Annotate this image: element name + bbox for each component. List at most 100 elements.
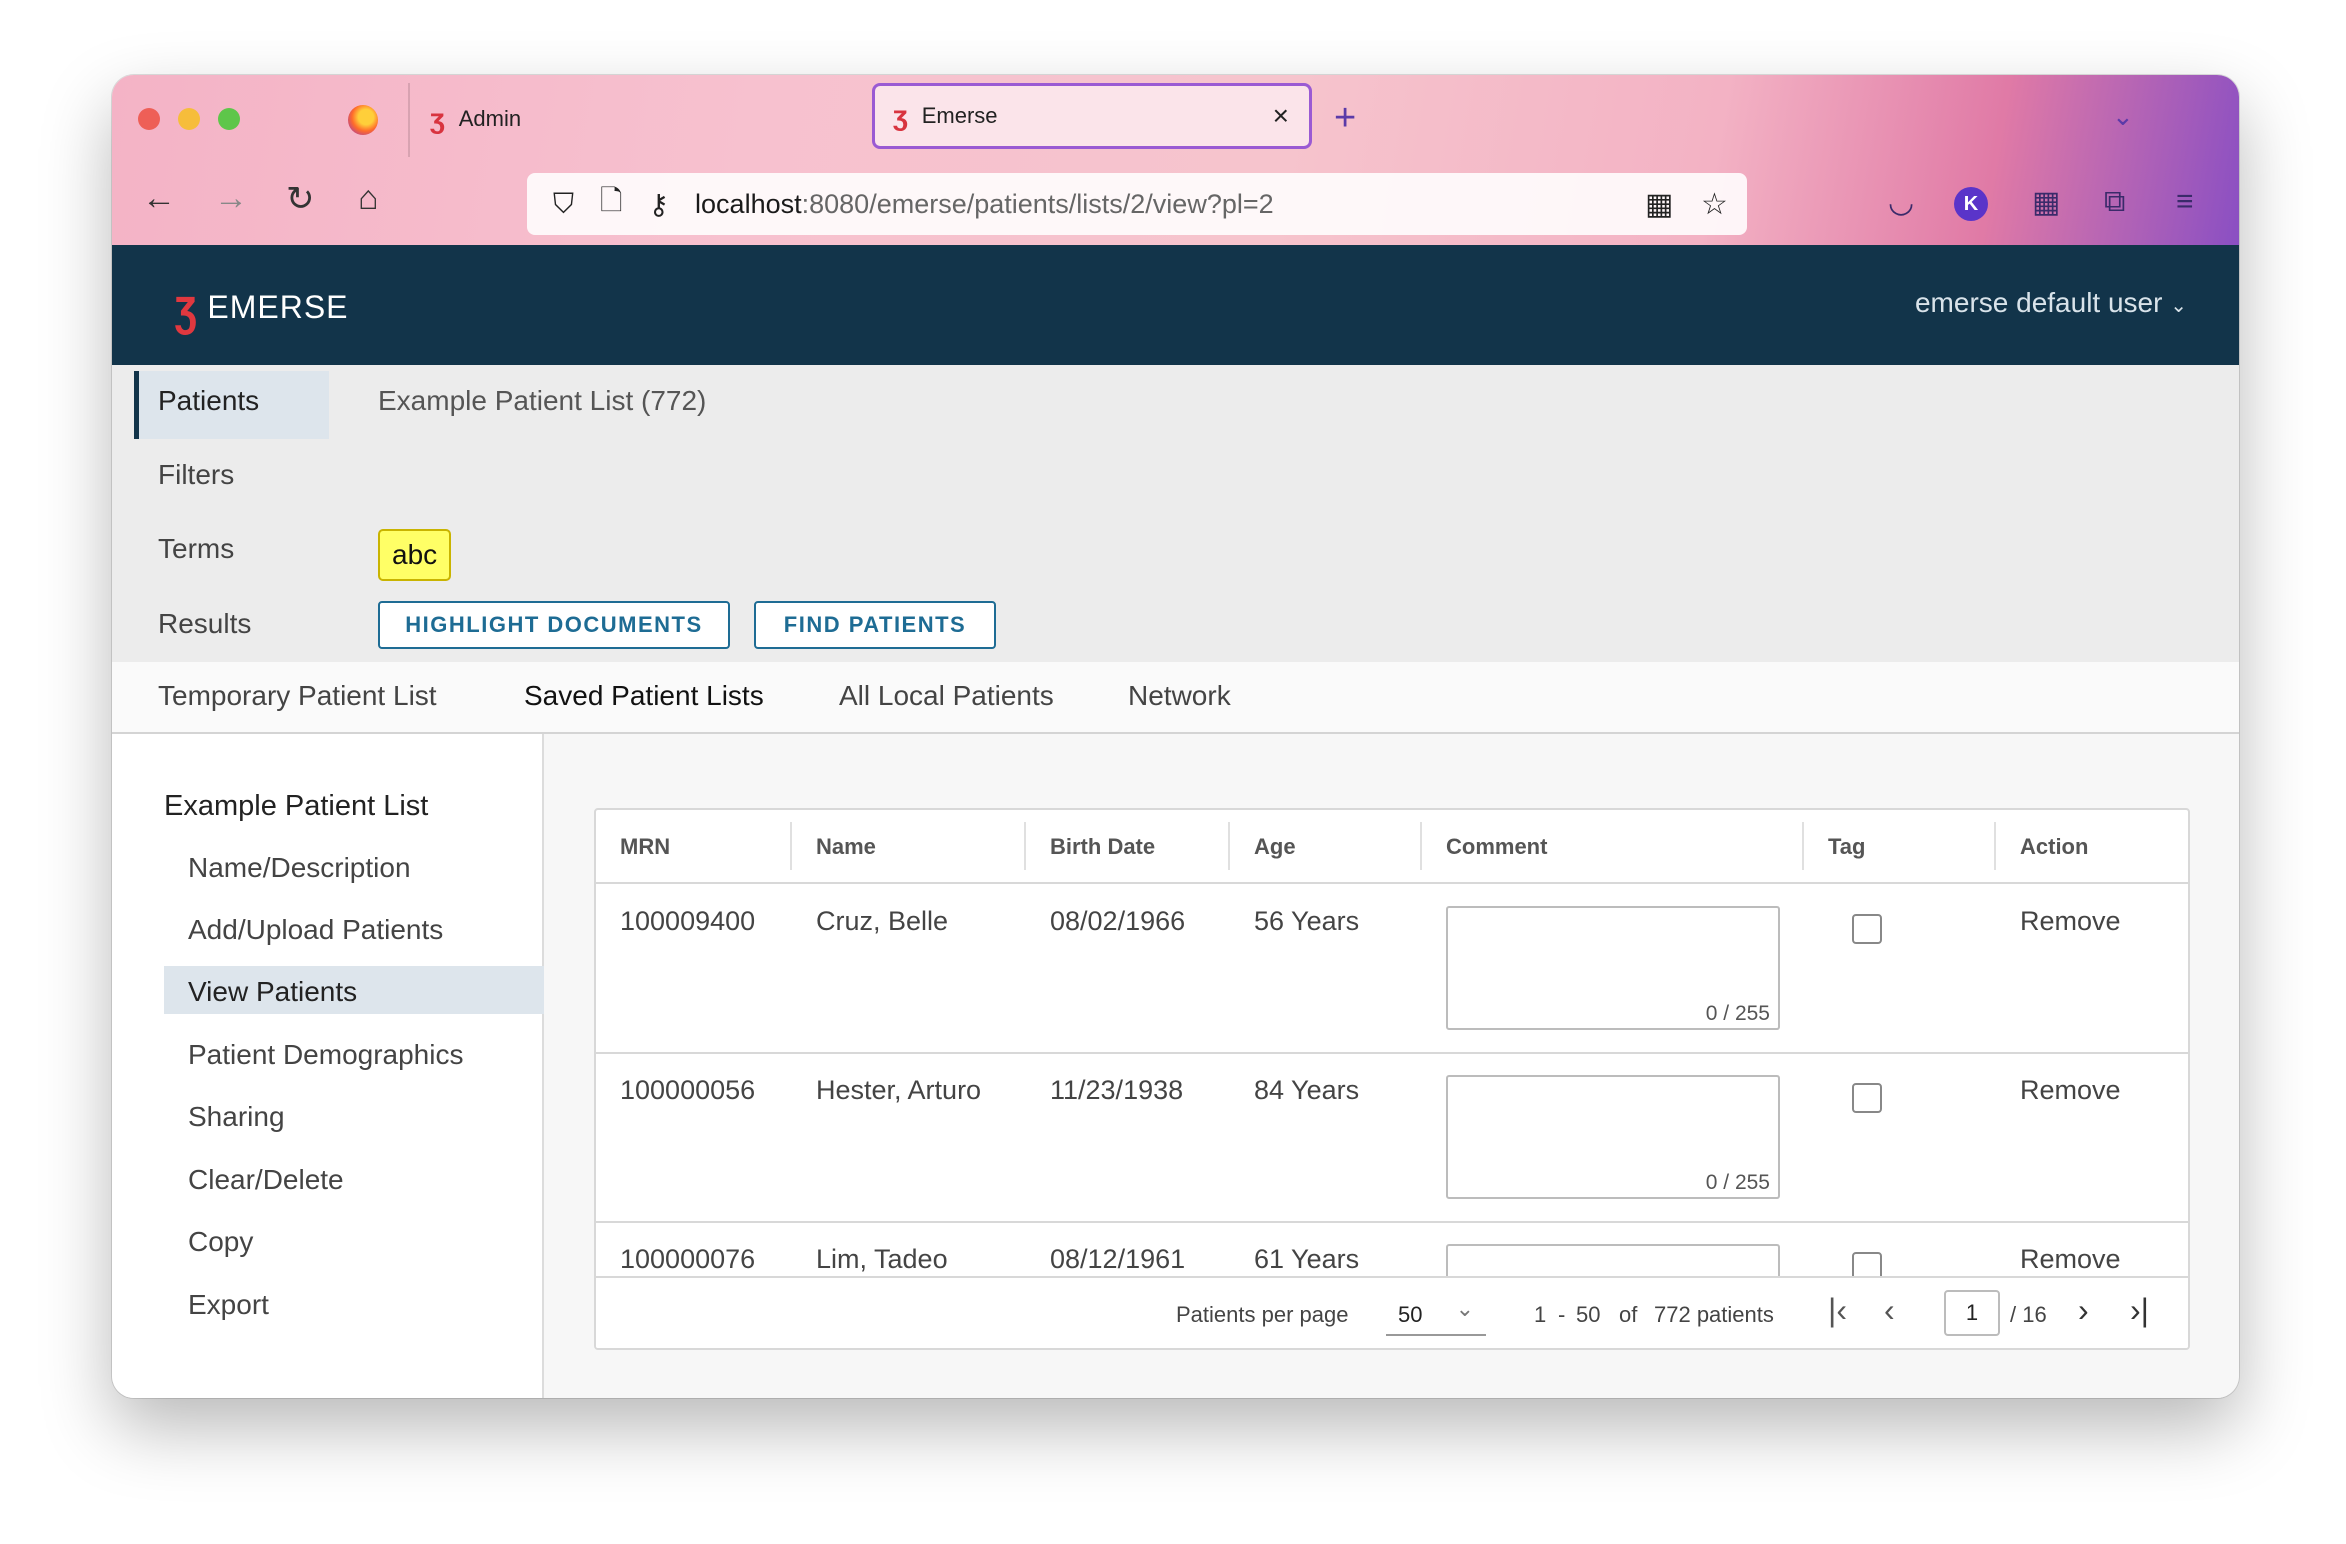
list-tabs-chevron-icon[interactable]: ⌄ bbox=[2112, 101, 2134, 132]
column-header-tag[interactable]: Tag bbox=[1828, 834, 1865, 860]
pocket-icon[interactable]: ◡ bbox=[1888, 185, 1914, 220]
total-patients: 772 patients bbox=[1654, 1302, 1774, 1327]
first-page-icon[interactable]: |‹ bbox=[1828, 1292, 1847, 1329]
column-header-comment[interactable]: Comment bbox=[1446, 834, 1547, 860]
app-header: ʒ EMERSE emerse default user ⌄ bbox=[112, 245, 2239, 365]
bookmark-star-icon[interactable]: ☆ bbox=[1701, 187, 1728, 222]
puzzle-icon[interactable]: ⧉ bbox=[2104, 185, 2125, 219]
sidebar-item-clear-delete[interactable]: Clear/Delete bbox=[188, 1164, 344, 1196]
tab-temporary-patient-list[interactable]: Temporary Patient List bbox=[158, 680, 437, 712]
column-divider bbox=[1228, 822, 1230, 870]
terms-label[interactable]: Terms bbox=[158, 533, 234, 565]
sidebar-item-export[interactable]: Export bbox=[188, 1289, 269, 1321]
row-mrn: 100000056 bbox=[620, 1075, 756, 1105]
sidebar-item-add-upload-patients[interactable]: Add/Upload Patients bbox=[188, 914, 443, 946]
tab-all-local-patients[interactable]: All Local Patients bbox=[839, 680, 1054, 712]
url-host: localhost bbox=[695, 188, 802, 219]
home-icon[interactable]: ⌂ bbox=[358, 179, 379, 218]
comment-counter: 0 / 255 bbox=[1705, 1171, 1770, 1194]
range-of: of bbox=[1619, 1302, 1638, 1327]
column-header-mrn[interactable]: MRN bbox=[620, 834, 670, 860]
row-birth-date: 08/12/1961 bbox=[1050, 1244, 1186, 1274]
page-number-input[interactable]: 1 bbox=[1944, 1290, 2000, 1336]
pagination-bar: Patients per page 50 ⌄ 1 - 50 of 772 pat… bbox=[596, 1276, 2188, 1348]
header-divider bbox=[596, 882, 2188, 884]
filter-panel: Patients Example Patient List (772) Filt… bbox=[112, 365, 2239, 662]
term-chip[interactable]: abc bbox=[378, 529, 452, 581]
total-pages: / 16 bbox=[2010, 1302, 2047, 1327]
main-tabs: Temporary Patient List Saved Patient Lis… bbox=[112, 662, 2239, 734]
remove-link[interactable]: Remove bbox=[2020, 906, 2121, 937]
qr-code-icon[interactable]: ▦ bbox=[1645, 187, 1673, 222]
sidebar-item-patient-demographics[interactable]: Patient Demographics bbox=[188, 1039, 463, 1071]
remove-link[interactable]: Remove bbox=[2020, 1075, 2121, 1106]
firefox-icon[interactable] bbox=[348, 105, 378, 135]
column-divider bbox=[1024, 822, 1026, 870]
highlight-documents-button[interactable]: HIGHLIGHT DOCUMENTS bbox=[378, 601, 730, 649]
comment-textarea[interactable]: 0 / 255 bbox=[1446, 906, 1780, 1030]
sidebar-item-view-patients[interactable]: View Patients bbox=[188, 976, 357, 1008]
column-header-birth-date[interactable]: Birth Date bbox=[1050, 834, 1155, 860]
tab-admin-label: Admin bbox=[458, 106, 522, 131]
tag-checkbox[interactable] bbox=[1852, 914, 1882, 944]
range-end: 50 bbox=[1576, 1302, 1601, 1327]
sidebar-item-sharing[interactable]: Sharing bbox=[188, 1101, 285, 1133]
row-mrn: 100000076 bbox=[620, 1244, 756, 1274]
column-divider bbox=[1420, 822, 1422, 870]
browser-window: ʒ Admin × ʒ Emerse × + ⌄ ← → ↻ ⌂ ⛉ 🗋 ⚷ l… bbox=[112, 75, 2239, 1398]
page-icon: 🗋 bbox=[600, 185, 623, 216]
row-divider bbox=[596, 1221, 2188, 1223]
back-icon[interactable]: ← bbox=[142, 179, 176, 218]
close-window-button[interactable] bbox=[138, 108, 160, 130]
chevron-down-icon: ⌄ bbox=[2170, 295, 2187, 317]
sidebar-item-copy[interactable]: Copy bbox=[188, 1226, 253, 1258]
main-content: MRN Name Birth Date Age Comment Tag Acti… bbox=[544, 734, 2239, 1398]
tab-network[interactable]: Network bbox=[1128, 680, 1231, 712]
remove-link[interactable]: Remove bbox=[2020, 1244, 2121, 1275]
column-divider bbox=[1994, 822, 1996, 870]
sidebar-item-name-description[interactable]: Name/Description bbox=[188, 852, 411, 884]
minimize-window-button[interactable] bbox=[178, 108, 200, 130]
close-tab-icon[interactable]: × bbox=[1273, 100, 1289, 132]
key-icon[interactable]: ⚷ bbox=[649, 188, 670, 221]
range-start: 1 bbox=[1534, 1302, 1547, 1327]
tag-checkbox[interactable] bbox=[1852, 1083, 1882, 1113]
browser-toolbar: ← → ↻ ⌂ ⛉ 🗋 ⚷ localhost:8080/emerse/pati… bbox=[112, 165, 2239, 243]
previous-page-icon[interactable]: ‹ bbox=[1884, 1292, 1895, 1329]
url-text[interactable]: localhost:8080/emerse/patients/lists/2/v… bbox=[695, 189, 1274, 220]
row-birth-date: 08/02/1966 bbox=[1050, 906, 1186, 936]
new-tab-icon[interactable]: + bbox=[1334, 97, 1356, 140]
url-path: :8080/emerse/patients/lists/2/view?pl=2 bbox=[801, 188, 1274, 219]
next-page-icon[interactable]: › bbox=[2078, 1292, 2089, 1329]
profile-avatar[interactable]: K bbox=[1954, 187, 1988, 221]
hamburger-menu-icon[interactable]: ≡ bbox=[2176, 185, 2194, 219]
column-header-name[interactable]: Name bbox=[816, 834, 876, 860]
patients-label[interactable]: Patients bbox=[158, 385, 259, 417]
tab-admin[interactable]: ʒ Admin × bbox=[408, 85, 948, 153]
browser-chrome: ʒ Admin × ʒ Emerse × + ⌄ ← → ↻ ⌂ ⛉ 🗋 ⚷ l… bbox=[112, 75, 2239, 245]
reload-icon[interactable]: ↻ bbox=[286, 179, 315, 219]
forward-icon[interactable]: → bbox=[214, 179, 248, 218]
column-divider bbox=[790, 822, 792, 870]
column-header-age[interactable]: Age bbox=[1254, 834, 1296, 860]
url-bar[interactable]: ⛉ 🗋 ⚷ localhost:8080/emerse/patients/lis… bbox=[527, 173, 1747, 235]
user-menu[interactable]: emerse default user ⌄ bbox=[1915, 287, 2187, 319]
row-age: 84 Years bbox=[1254, 1075, 1360, 1105]
sidebar-title: Example Patient List bbox=[164, 790, 429, 822]
zoom-window-button[interactable] bbox=[218, 108, 240, 130]
extensions-grid-icon[interactable]: ▦ bbox=[2032, 185, 2060, 220]
shield-icon[interactable]: ⛉ bbox=[553, 188, 574, 221]
tab-saved-patient-lists[interactable]: Saved Patient Lists bbox=[524, 680, 764, 712]
row-age: 61 Years bbox=[1254, 1244, 1360, 1274]
chevron-down-icon: ⌄ bbox=[1455, 1296, 1474, 1321]
filters-label[interactable]: Filters bbox=[158, 459, 234, 491]
comment-textarea[interactable]: 0 / 255 bbox=[1446, 1075, 1780, 1199]
patient-list-sidebar: Example Patient List Name/Description Ad… bbox=[112, 734, 544, 1398]
tab-emerse[interactable]: ʒ Emerse × bbox=[872, 83, 1312, 149]
per-page-select[interactable]: 50 ⌄ bbox=[1386, 1290, 1486, 1336]
last-page-icon[interactable]: ›| bbox=[2130, 1292, 2149, 1329]
range-dash: - bbox=[1558, 1302, 1566, 1327]
per-page-value: 50 bbox=[1398, 1302, 1423, 1327]
brand-logo[interactable]: ʒ EMERSE bbox=[172, 277, 349, 337]
find-patients-button[interactable]: FIND PATIENTS bbox=[754, 601, 996, 649]
